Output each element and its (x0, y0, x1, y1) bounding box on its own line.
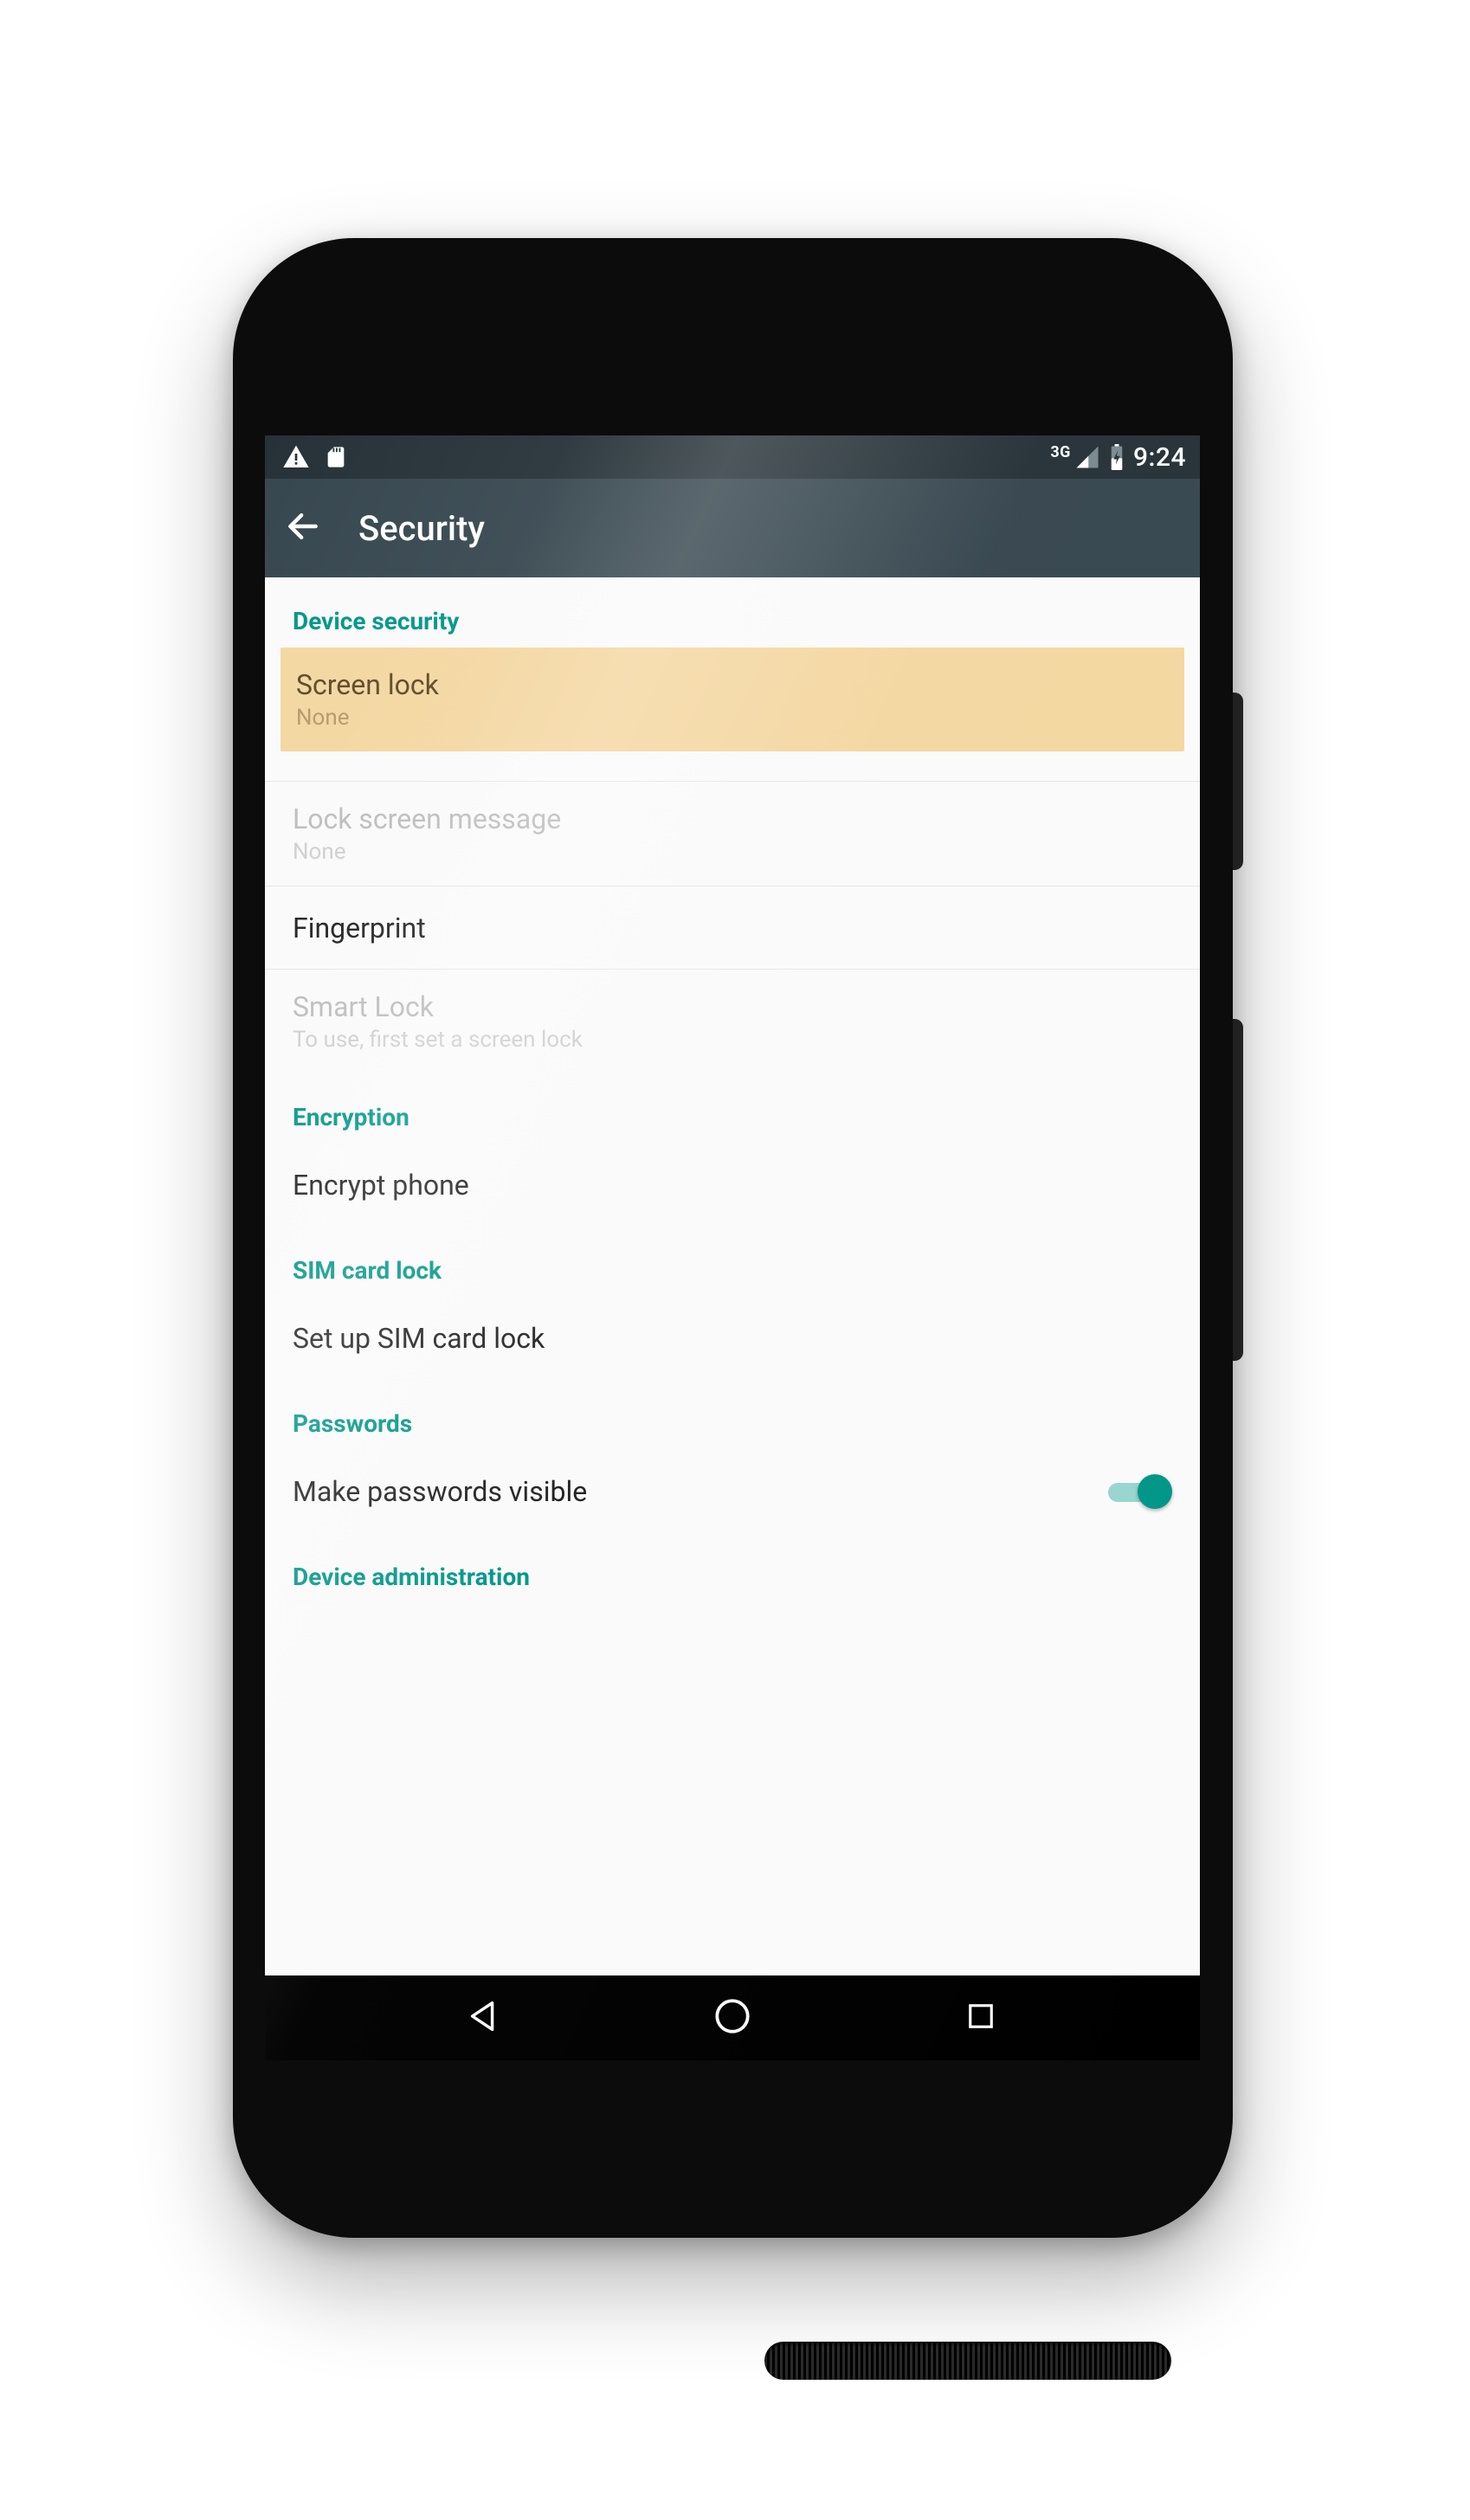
sd-card-icon (324, 443, 348, 471)
status-bar-right: 3G 9:24 (1050, 442, 1186, 473)
setting-make-passwords-visible[interactable]: Make passwords visible (265, 1450, 1200, 1533)
status-bar: 3G 9:24 (265, 435, 1200, 479)
settings-list: Device security Screen lock None Lock sc… (265, 577, 1200, 1619)
network-type-label: 3G (1050, 443, 1071, 461)
section-header-passwords: Passwords (265, 1380, 1200, 1450)
switch-thumb (1138, 1474, 1172, 1509)
battery-icon (1109, 444, 1125, 470)
passwords-visible-switch[interactable] (1108, 1473, 1172, 1511)
section-header-device-administration: Device administration (265, 1533, 1200, 1619)
nav-home-button[interactable] (702, 1988, 763, 2048)
setting-smart-lock: Smart Lock To use, first set a screen lo… (265, 969, 1200, 1073)
nav-recents-icon (963, 1998, 999, 2038)
setting-value: To use, first set a screen lock (293, 1027, 583, 1053)
status-bar-clock: 9:24 (1133, 442, 1186, 473)
setting-encrypt-phone[interactable]: Encrypt phone (265, 1144, 1200, 1227)
nav-recents-button[interactable] (951, 1988, 1011, 2048)
setting-title: Smart Lock (293, 990, 583, 1023)
bottom-speaker (764, 2342, 1171, 2380)
app-bar: Security (265, 479, 1200, 577)
setting-screen-lock[interactable]: Screen lock None (280, 648, 1184, 751)
setting-title: Make passwords visible (293, 1475, 587, 1508)
setting-title: Encrypt phone (293, 1169, 469, 1202)
section-header-device-security: Device security (265, 577, 1200, 648)
setting-title: Screen lock (296, 668, 439, 701)
page-canvas: 3G 9:24 Security Device security (0, 0, 1470, 2520)
setting-title: Lock screen message (293, 802, 561, 835)
setting-fingerprint[interactable]: Fingerprint (265, 886, 1200, 969)
navigation-bar (265, 1975, 1200, 2060)
setting-setup-sim-lock[interactable]: Set up SIM card lock (265, 1297, 1200, 1380)
status-bar-left (282, 443, 348, 471)
nav-back-icon (464, 1996, 504, 2040)
section-header-sim-card-lock: SIM card lock (265, 1227, 1200, 1297)
setting-title: Set up SIM card lock (293, 1322, 545, 1355)
setting-lock-screen-message: Lock screen message None (265, 782, 1200, 886)
warning-icon (282, 443, 310, 471)
setting-title: Fingerprint (293, 912, 426, 944)
setting-value: None (293, 839, 561, 865)
section-header-encryption: Encryption (265, 1073, 1200, 1144)
arrow-back-icon (284, 507, 322, 549)
nav-home-icon (711, 1995, 754, 2041)
nav-back-button[interactable] (454, 1988, 514, 2048)
signal-icon (1074, 444, 1100, 470)
app-bar-title: Security (358, 508, 485, 549)
setting-value: None (296, 705, 439, 731)
device-screen: 3G 9:24 Security Device security (265, 435, 1200, 2060)
back-button[interactable] (282, 507, 324, 549)
